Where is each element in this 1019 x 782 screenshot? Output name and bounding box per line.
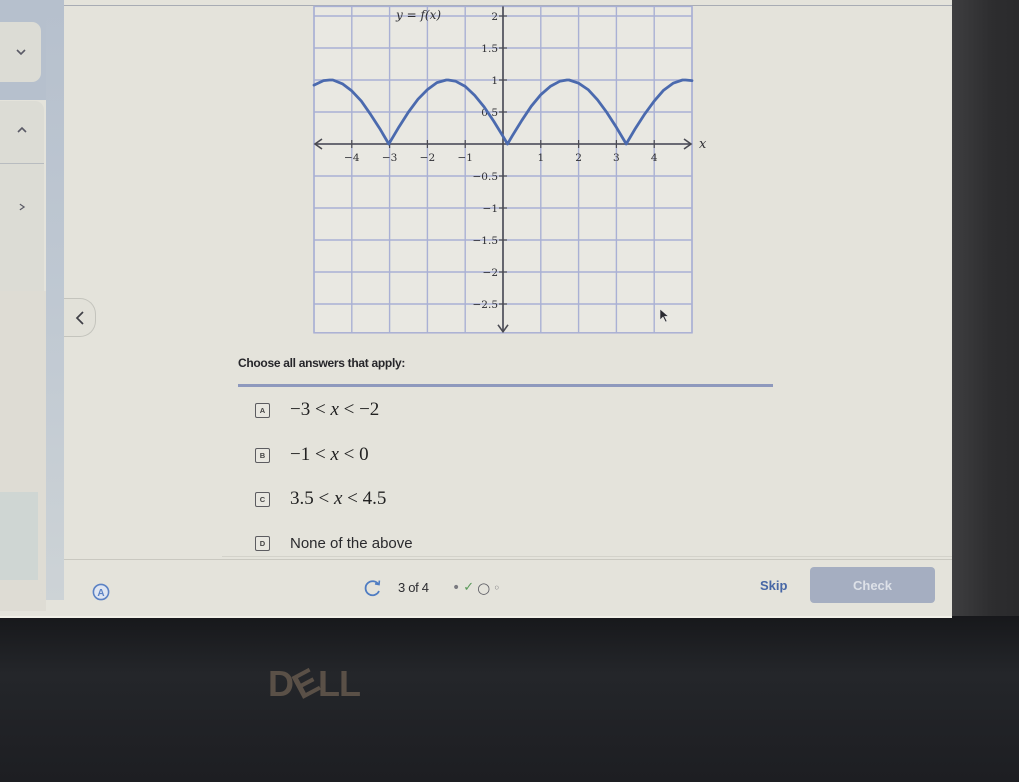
- math-variable: x: [333, 488, 343, 509]
- footer-border: [64, 559, 952, 560]
- collapse-sidebar-button[interactable]: [64, 298, 96, 337]
- option-text: None of the above: [290, 534, 413, 552]
- accessibility-letter: A: [97, 588, 104, 599]
- math-right: < 0: [343, 444, 369, 465]
- x-tick-label: 4: [651, 152, 658, 164]
- option-checkbox[interactable]: D: [255, 535, 270, 551]
- math-left: 3.5 <: [290, 488, 330, 509]
- x-axis-label: x: [699, 137, 707, 152]
- check-button[interactable]: Check: [810, 567, 935, 603]
- progress-text: 3 of 4: [398, 580, 429, 595]
- answer-option-c[interactable]: C 3.5 < x < 4.5: [250, 486, 750, 512]
- sidebar-strip: [46, 0, 64, 600]
- option-checkbox[interactable]: B: [255, 447, 270, 463]
- circled-a-icon[interactable]: A: [92, 583, 110, 601]
- x-tick-label: −4: [344, 152, 360, 164]
- chevron-right-icon: [19, 203, 26, 211]
- refresh-icon[interactable]: [364, 579, 382, 597]
- x-tick-label: 2: [575, 152, 582, 164]
- sidebar-next-button[interactable]: [0, 187, 44, 227]
- math-variable: x: [330, 399, 339, 420]
- monitor-bezel-bottom: [0, 616, 1019, 782]
- option-text: 3.5 < x < 4.5: [290, 488, 386, 510]
- sidebar-card: [0, 22, 41, 82]
- option-checkbox[interactable]: A: [255, 402, 270, 418]
- answer-option-d[interactable]: D None of the above: [250, 530, 750, 556]
- x-tick-label: −1: [457, 152, 472, 164]
- progress-indicator: • ✓ ○ ◦: [452, 578, 500, 598]
- step-current-circle: ○: [477, 579, 491, 597]
- screen: −4 −3 −2 −1 1 2 3 4 2 1.5 1 0.5 −0.5 −1 −1.5 −2 −2.5 y =…: [0, 0, 952, 618]
- logo-letter: LL: [318, 663, 361, 704]
- answer-option-b[interactable]: B −1 < x < 0: [250, 442, 750, 468]
- option-checkbox[interactable]: C: [255, 491, 270, 507]
- mouse-pointer-icon: [659, 308, 670, 323]
- option-letter: B: [259, 450, 266, 460]
- answer-option-a[interactable]: A −3 < x < −2: [250, 397, 750, 423]
- math-left: −1 <: [290, 444, 326, 465]
- option-text: −3 < x < −2: [290, 399, 379, 421]
- step-correct-check: ✓: [463, 580, 475, 595]
- option-letter: A: [259, 405, 266, 415]
- y-tick-label: 1: [491, 75, 498, 87]
- math-variable: x: [330, 444, 339, 465]
- option-text: −1 < x < 0: [290, 444, 369, 466]
- dell-logo: DELL: [268, 660, 361, 707]
- y-tick-label: 2: [491, 11, 498, 23]
- y-tick-label: −2.5: [473, 299, 499, 311]
- x-tick-label: 1: [537, 152, 544, 164]
- step-upcoming-circle: ◦: [493, 581, 501, 595]
- x-tick-label: −2: [420, 152, 435, 164]
- function-graph: −4 −3 −2 −1 1 2 3 421.510.5−0.5−1−1.5−2−2.5 y =…: [312, 5, 707, 334]
- step-attempted-dot: •: [452, 580, 461, 596]
- x-tick-label: 3: [613, 152, 620, 164]
- chevron-left-icon: [75, 310, 84, 325]
- y-tick-label: −0.5: [473, 171, 499, 183]
- sidebar-divider: [0, 163, 44, 164]
- option-letter: D: [259, 538, 266, 548]
- sidebar-expand-button[interactable]: [0, 32, 41, 72]
- options-bottom-border: [222, 556, 952, 557]
- chevron-down-icon: [15, 49, 26, 56]
- math-right: < −2: [343, 399, 380, 420]
- x-tick-label: −3: [382, 152, 397, 164]
- math-left: −3 <: [290, 399, 326, 420]
- sidebar-collapse-up-button[interactable]: [0, 110, 44, 150]
- y-tick-label: −1: [483, 203, 498, 215]
- question-divider: [238, 384, 773, 387]
- y-tick-label: 1.5: [481, 43, 498, 55]
- chevron-up-icon: [17, 126, 27, 133]
- question-prompt: Choose all answers that apply:: [238, 356, 406, 370]
- y-tick-label: −1.5: [473, 235, 499, 247]
- graph-title: y = f(x): [395, 8, 441, 22]
- option-letter: C: [259, 494, 266, 504]
- skip-button[interactable]: Skip: [756, 576, 791, 595]
- sidebar-card: [0, 101, 44, 291]
- y-tick-label: −2: [483, 267, 498, 279]
- math-right: < 4.5: [347, 488, 387, 509]
- sidebar-panel-highlight: [0, 492, 38, 580]
